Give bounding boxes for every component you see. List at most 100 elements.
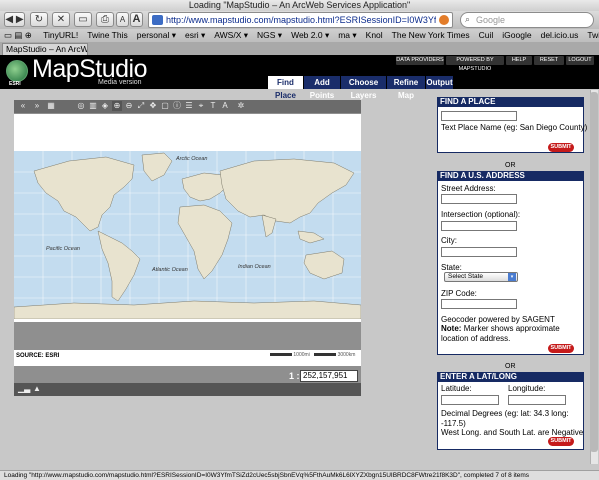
- data-providers-link[interactable]: DATA PROVIDERS: [396, 56, 444, 65]
- esri-globe-icon: [6, 60, 28, 82]
- find-place-header: FIND A PLACE: [437, 97, 584, 107]
- map-bottom-toolbar: ▁▃ ▲: [14, 383, 361, 396]
- chevron-down-icon: ▾: [508, 273, 516, 281]
- or-divider-1: OR: [505, 162, 516, 169]
- bookmark-item[interactable]: esri ▾: [185, 30, 205, 40]
- latitude-label: Latitude:: [441, 384, 472, 393]
- rss-icon[interactable]: [439, 15, 449, 25]
- bookmark-item[interactable]: TinyURL!: [43, 30, 78, 40]
- select-icon[interactable]: ▢: [160, 101, 170, 111]
- bookmark-item[interactable]: ma ▾: [338, 30, 356, 40]
- find-place-submit-button[interactable]: SUBMIT: [548, 143, 574, 152]
- longitude-input[interactable]: [508, 395, 566, 405]
- state-select[interactable]: Select State ▾: [444, 272, 518, 282]
- chart-icon[interactable]: ▁▃: [18, 384, 30, 394]
- esri-badge: ESRI: [9, 81, 21, 87]
- search-input[interactable]: ⌕ Google: [460, 12, 594, 28]
- logout-link[interactable]: LOGOUT: [566, 56, 594, 65]
- place-name-input[interactable]: [441, 111, 517, 121]
- scale-left-label: 1000mi: [293, 352, 310, 358]
- bookmark-item[interactable]: AWS/X ▾: [214, 30, 248, 40]
- search-icon: ⌕: [465, 14, 471, 24]
- reload-icon[interactable]: ↻: [30, 12, 48, 27]
- site-icon: [152, 15, 163, 25]
- browser-toolbar: ◀ ▶ ↻ ✕ ▭ ⎙ A A + http://www.mapstudio.c…: [0, 11, 599, 29]
- tab-find-place[interactable]: Find Place: [268, 76, 303, 100]
- text-icon[interactable]: A: [220, 101, 230, 111]
- zoom-out-icon[interactable]: ⊖: [124, 101, 134, 111]
- window-title: Loading "MapStudio – An ArcWeb Services …: [0, 0, 599, 11]
- tab-bar: MapStudio – An ArcWeb ...: [0, 42, 599, 55]
- identify-icon[interactable]: ⓘ: [172, 101, 182, 111]
- bookmark-item[interactable]: Web 2.0 ▾: [291, 30, 329, 40]
- zoom-in-icon[interactable]: ⊕: [112, 101, 122, 111]
- bookmark-item[interactable]: The New York Times: [392, 30, 470, 40]
- text-larger-button[interactable]: A: [130, 12, 143, 27]
- tab-refine-map[interactable]: Refine Map: [387, 76, 425, 100]
- print-icon[interactable]: ⎙: [96, 12, 114, 27]
- scale-right-label: 3000km: [337, 352, 356, 358]
- grid-icon[interactable]: ▦: [46, 101, 56, 111]
- address-header: FIND A U.S. ADDRESS: [437, 171, 584, 181]
- map-source: SOURCE: ESRI: [16, 353, 60, 359]
- locate-icon[interactable]: ◈: [100, 101, 110, 111]
- note-bold: Note:: [441, 324, 462, 333]
- bookmark-item[interactable]: personal ▾: [137, 30, 176, 40]
- browser-tab[interactable]: MapStudio – An ArcWeb ...: [2, 43, 88, 55]
- url-field[interactable]: http://www.mapstudio.com/mapstudio.html?…: [148, 12, 453, 28]
- help-link[interactable]: HELP: [506, 56, 532, 65]
- or-divider-2: OR: [505, 363, 516, 370]
- street-label: Street Address:: [441, 184, 496, 193]
- tab-add-points[interactable]: Add Points: [304, 76, 340, 100]
- address-submit-button[interactable]: SUBMIT: [548, 344, 574, 353]
- bookmark-icons[interactable]: ▭ ▤ ⊕: [4, 30, 32, 40]
- bookmark-item[interactable]: Twine This: [87, 30, 127, 40]
- zip-label: ZIP Code:: [441, 289, 477, 298]
- label-indian-ocean: Indian Ocean: [238, 264, 271, 270]
- map-toolbar: « » ▦ ◎ ▥ ◈ ⊕ ⊖ ⤢ ✥ ▢ ⓘ ☰ ⌖ T A ✲: [14, 100, 361, 113]
- bookmark-item[interactable]: Knol: [366, 30, 383, 40]
- tab-output[interactable]: Output: [426, 76, 453, 89]
- latlong-help: Decimal Degrees (eg: lat: 34.3 long: -11…: [441, 409, 569, 428]
- globe-icon[interactable]: ◎: [76, 101, 86, 111]
- world-map[interactable]: Arctic Ocean Pacific Ocean Atlantic Ocea…: [14, 151, 361, 319]
- bookmark-item[interactable]: iGoogle: [502, 30, 531, 40]
- bookmark-item[interactable]: NGS ▾: [257, 30, 282, 40]
- marker-note: Note: Marker shows approximate location …: [441, 324, 561, 344]
- latitude-input[interactable]: [441, 395, 499, 405]
- hand-icon[interactable]: ☰: [184, 101, 194, 111]
- screenshot-icon[interactable]: ▭: [74, 12, 92, 27]
- label-atlantic-ocean: Atlantic Ocean: [151, 267, 188, 273]
- text-smaller-button[interactable]: A: [116, 12, 129, 27]
- back-forward-button[interactable]: ◀ ▶: [4, 12, 25, 27]
- search-placeholder: Google: [476, 15, 506, 25]
- bookmark-item[interactable]: del.icio.us: [541, 30, 579, 40]
- city-label: City:: [441, 236, 457, 245]
- layers-icon[interactable]: ▥: [88, 101, 98, 111]
- intersection-label: Intersection (optional):: [441, 210, 521, 219]
- reset-link[interactable]: RESET: [534, 56, 564, 65]
- tab-choose-layers[interactable]: Choose Layers: [341, 76, 386, 100]
- label-icon[interactable]: T: [208, 101, 218, 111]
- mountain-icon[interactable]: ▲: [32, 384, 42, 394]
- place-name-hint: Text Place Name (eg: San Diego County): [441, 123, 588, 132]
- collapse-icon[interactable]: «: [18, 101, 28, 111]
- stop-icon[interactable]: ✕: [52, 12, 70, 27]
- scrollbar-thumb[interactable]: [590, 92, 598, 452]
- street-input[interactable]: [441, 194, 517, 204]
- intersection-input[interactable]: [441, 221, 517, 231]
- scale-input[interactable]: 252,157,951: [300, 370, 358, 382]
- latlong-submit-button[interactable]: SUBMIT: [548, 437, 574, 446]
- measure-icon[interactable]: ⌖: [196, 101, 206, 111]
- settings-icon[interactable]: ✲: [236, 101, 246, 111]
- full-extent-icon[interactable]: ⤢: [136, 101, 146, 111]
- bookmark-item[interactable]: Twitter: [587, 30, 599, 40]
- pan-icon[interactable]: ✥: [148, 101, 158, 111]
- bookmark-item[interactable]: Cuil: [479, 30, 494, 40]
- longitude-label: Longitude:: [508, 384, 546, 393]
- expand-icon[interactable]: »: [32, 101, 42, 111]
- zip-input[interactable]: [441, 299, 517, 309]
- powered-by-link[interactable]: POWERED BY MAPSTUDIO: [446, 56, 504, 72]
- city-input[interactable]: [441, 247, 517, 257]
- bookmarks-bar: ▭ ▤ ⊕ TinyURL! Twine This personal ▾ esri ▾…: [0, 29, 599, 42]
